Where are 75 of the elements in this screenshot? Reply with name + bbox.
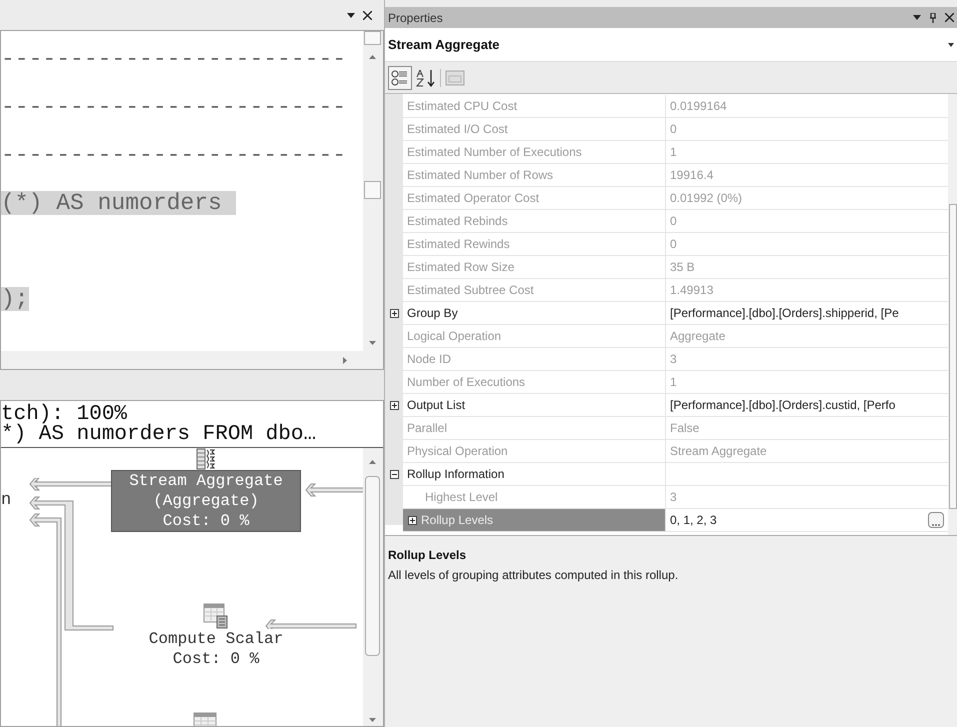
property-value: 3	[670, 351, 678, 368]
close-icon[interactable]	[363, 10, 372, 20]
close-icon[interactable]	[945, 13, 954, 22]
expand-icon[interactable]	[408, 516, 417, 524]
vertical-scrollbar[interactable]	[363, 31, 383, 369]
property-name[interactable]: Estimated Row Size	[403, 256, 666, 279]
property-value: 0.01992 (0%)	[670, 190, 744, 207]
property-name[interactable]: Estimated Rewinds	[403, 233, 666, 256]
horizontal-scrollbar[interactable]	[1, 351, 363, 369]
property-value: 19916.4	[670, 167, 714, 184]
collapse-icon[interactable]	[390, 470, 398, 479]
compute-scalar-icon	[203, 603, 229, 629]
code-line: -------------------------	[1, 47, 346, 71]
pin-icon[interactable]	[929, 12, 937, 22]
description-title: Rollup Levels	[388, 547, 468, 564]
vertical-scrollbar[interactable]	[948, 94, 957, 535]
property-value: 0	[670, 236, 678, 253]
property-value: 1	[670, 374, 678, 391]
property-value: 1.49913	[670, 282, 714, 299]
object-selector[interactable]: Stream Aggregate	[385, 28, 957, 62]
scroll-right-icon[interactable]	[343, 356, 347, 364]
property-name[interactable]: Logical Operation	[403, 325, 666, 348]
dropdown-icon[interactable]	[948, 42, 954, 46]
property-value: Stream Aggregate	[670, 443, 768, 460]
property-name[interactable]: Estimated CPU Cost	[403, 95, 666, 118]
property-value: 0	[670, 213, 678, 230]
panel-title: Properties	[388, 10, 444, 26]
ellipsis-icon	[932, 523, 940, 527]
property-name[interactable]: Estimated Number of Executions	[403, 141, 666, 164]
property-value: 0.0199164	[670, 98, 728, 115]
property-name[interactable]: Physical Operation	[403, 440, 666, 463]
dropdown-icon[interactable]	[913, 15, 921, 20]
property-value: 3	[670, 489, 678, 506]
scroll-down-icon[interactable]	[369, 341, 376, 345]
property-name[interactable]: Rollup Information	[403, 463, 666, 486]
property-value: 0	[670, 121, 678, 138]
scrollbar-thumb[interactable]	[364, 31, 381, 45]
property-name[interactable]: Estimated I/O Cost	[403, 118, 666, 141]
property-name[interactable]: Estimated Number of Rows	[403, 164, 666, 187]
property-value: 0, 1, 2, 3	[670, 512, 718, 529]
property-name[interactable]: Output List	[403, 394, 666, 417]
property-value: False	[670, 420, 700, 437]
plan-node-label[interactable]: Stream Aggregate (Aggregate) Cost: 0 %	[111, 470, 301, 532]
property-value: [Performance].[dbo].[Orders].custid, [Perfo	[670, 397, 896, 414]
description-text: All levels of grouping attributes computed in this rollup.	[388, 567, 680, 584]
property-value: 1	[670, 144, 678, 161]
property-value: 35 B	[670, 259, 696, 276]
node-label: n	[1, 490, 12, 512]
dropdown-icon[interactable]	[347, 12, 355, 18]
expand-icon[interactable]	[390, 401, 398, 410]
vertical-scrollbar[interactable]	[363, 448, 383, 726]
property-name[interactable]: Estimated Operator Cost	[403, 187, 666, 210]
property-name[interactable]: Rollup Levels	[403, 509, 666, 532]
scroll-up-icon[interactable]	[369, 55, 376, 59]
property-name[interactable]: Number of Executions	[403, 371, 666, 394]
scrollbar-thumb[interactable]	[364, 181, 381, 199]
property-value: [Performance].[dbo].[Orders].shipperid, [Pe	[670, 305, 900, 322]
categorized-view-icon[interactable]	[388, 66, 412, 90]
property-name[interactable]: Node ID	[403, 348, 666, 371]
scrollbar-thumb[interactable]	[949, 204, 957, 509]
property-name[interactable]: Estimated Subtree Cost	[403, 279, 666, 302]
stream-aggregate-icon	[196, 448, 216, 470]
scrollbar-thumb[interactable]	[365, 476, 380, 656]
property-value: Aggregate	[670, 328, 726, 345]
property-name[interactable]: Group By	[403, 302, 666, 325]
expand-icon[interactable]	[390, 309, 398, 318]
code-line: -------------------------	[1, 143, 346, 167]
scroll-up-icon[interactable]	[369, 460, 376, 464]
scroll-down-icon[interactable]	[369, 718, 376, 722]
property-name[interactable]: Parallel	[403, 417, 666, 440]
ellipsis-button[interactable]	[928, 512, 944, 528]
sort-alphabetical-icon[interactable]	[416, 68, 436, 86]
plan-header-text: tch): 100% *) AS numorders FROM dbo…	[1, 401, 383, 448]
code-line: -------------------------	[1, 95, 346, 119]
property-name[interactable]: Estimated Rebinds	[403, 210, 666, 233]
